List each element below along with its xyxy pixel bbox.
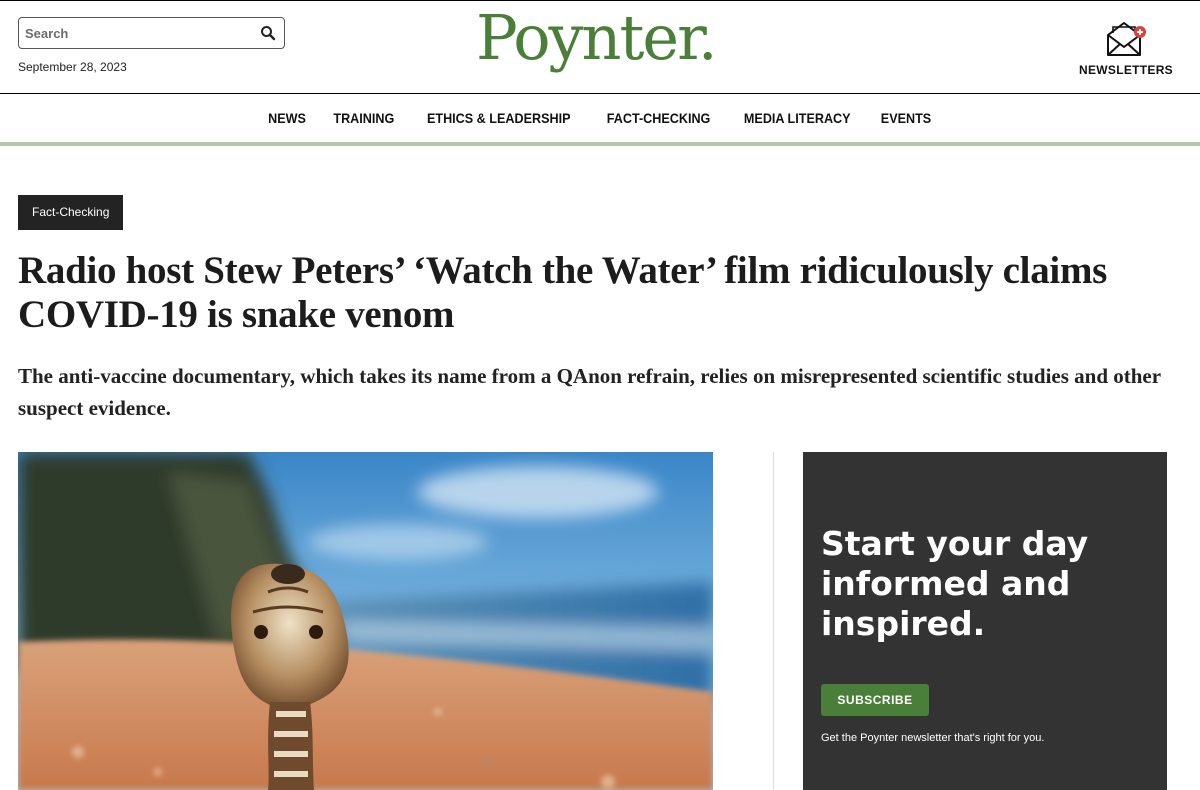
envelope-icon xyxy=(1107,22,1146,56)
nav-item-fact-checking[interactable]: FACT-CHECKING xyxy=(607,110,711,126)
article-dek: The anti-vaccine documentary, which take… xyxy=(18,364,1161,420)
newsletters-button[interactable]: NEWSLETTERS xyxy=(1076,19,1176,81)
search-icon[interactable] xyxy=(260,25,276,41)
site-logo[interactable]: Poynter. xyxy=(476,7,718,69)
nav-item-training[interactable]: TRAINING xyxy=(333,110,394,126)
site-header: September 28, 2023 Poynter. NEWSLETTERS xyxy=(0,0,1200,94)
promo-caption: Get the Poynter newsletter that's right … xyxy=(821,732,1045,744)
subscribe-button[interactable]: SUBSCRIBE xyxy=(821,684,929,716)
nav-item-news[interactable]: NEWS xyxy=(268,110,306,126)
column-divider xyxy=(773,452,774,790)
plus-badge-icon xyxy=(1134,26,1146,38)
hero-image xyxy=(18,452,713,790)
search-input[interactable] xyxy=(25,22,245,44)
newsletters-label: NEWSLETTERS xyxy=(1079,63,1173,77)
promo-title: Start your day informed and inspired. xyxy=(821,524,1089,643)
search-box[interactable] xyxy=(18,17,285,49)
category-tag[interactable]: Fact-Checking xyxy=(18,195,124,230)
nav-item-ethics-leadership[interactable]: ETHICS & LEADERSHIP xyxy=(427,110,571,126)
newsletter-promo: Start your day informed and inspired. SU… xyxy=(803,452,1167,790)
nav-item-events[interactable]: EVENTS xyxy=(881,110,931,126)
article-headline: Radio host Stew Peters’ ‘Watch the Water… xyxy=(18,249,1108,336)
nav-item-media-literacy[interactable]: MEDIA LITERACY xyxy=(744,110,851,126)
main-nav: NEWS TRAINING ETHICS & LEADERSHIP FACT-C… xyxy=(0,94,1200,146)
current-date: September 28, 2023 xyxy=(18,60,127,74)
